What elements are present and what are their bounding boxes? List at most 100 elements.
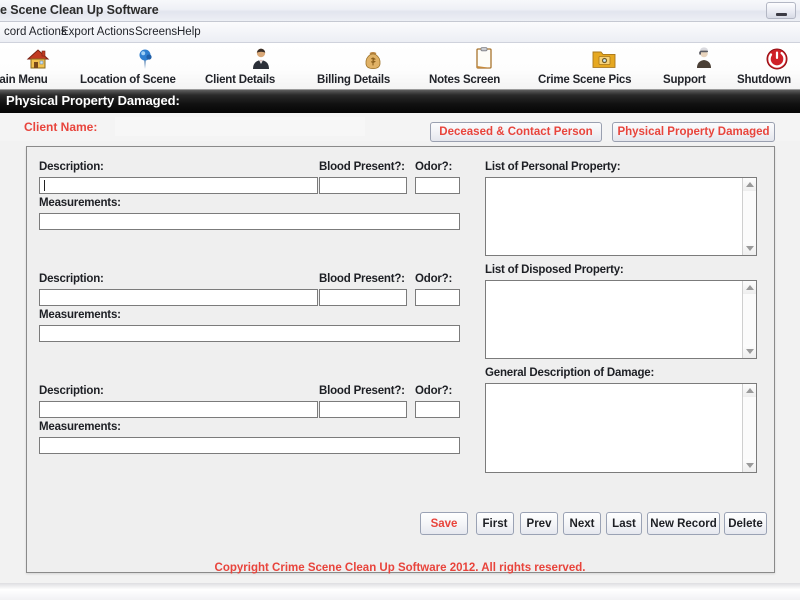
toolbar: Main Menu Location of Scene Client Detai… — [0, 43, 800, 90]
scrollbar-track[interactable] — [743, 191, 756, 242]
list-label: List of Disposed Property: — [485, 264, 624, 276]
toolbar-button-label: Billing Details — [317, 74, 391, 86]
toolbar-button-crime-scene-pics[interactable]: Crime Scene Pics — [538, 45, 670, 89]
delete-button[interactable]: Delete — [724, 512, 767, 535]
window-title: e Scene Clean Up Software — [0, 3, 159, 17]
list-textarea[interactable] — [485, 177, 757, 256]
scroll-up-arrow-icon[interactable] — [743, 384, 756, 397]
triangle-up-icon — [745, 182, 754, 187]
vertical-scrollbar[interactable] — [742, 281, 756, 358]
section-title: Physical Property Damaged: — [6, 93, 180, 108]
vertical-scrollbar[interactable] — [742, 178, 756, 255]
next-button[interactable]: Next — [563, 512, 601, 535]
measurements-input[interactable] — [39, 213, 460, 230]
minimize-icon — [776, 13, 787, 16]
blood-present-input[interactable] — [319, 289, 407, 306]
client-name-input[interactable] — [115, 117, 365, 136]
power-icon — [737, 46, 800, 72]
toolbar-button-label: Support — [663, 74, 706, 86]
toolbar-button-label: Client Details — [205, 74, 276, 86]
triangle-up-icon — [745, 285, 754, 290]
list-textarea[interactable] — [485, 383, 757, 473]
description-input[interactable] — [39, 289, 318, 306]
tab-physical-property-damaged[interactable]: Physical Property Damaged — [612, 122, 775, 142]
description-input[interactable] — [39, 401, 318, 418]
odor-input[interactable] — [415, 401, 460, 418]
list-label: General Description of Damage: — [485, 367, 655, 379]
toolbar-button-label: Notes Screen — [429, 74, 501, 86]
measurements-input[interactable] — [39, 437, 460, 454]
toolbar-button-client-details[interactable]: Client Details — [205, 45, 317, 89]
menu-item-help[interactable]: Help — [173, 25, 205, 39]
toolbar-button-shutdown[interactable]: Shutdown — [737, 45, 800, 89]
clipboard-icon — [429, 46, 539, 72]
tab-deceased-contact-person[interactable]: Deceased & Contact Person — [430, 122, 602, 142]
list-textarea-field[interactable] — [486, 281, 742, 358]
section-header: Physical Property Damaged: — [0, 90, 800, 113]
businessman-icon — [205, 46, 317, 72]
blood-present-label: Blood Present?: — [319, 385, 405, 397]
scrollbar-track[interactable] — [743, 294, 756, 345]
application-window: e Scene Clean Up Software cord Actions Ex… — [0, 0, 800, 600]
measurements-label: Measurements: — [39, 197, 121, 209]
client-name-label: Client Name: — [24, 120, 98, 134]
description-input[interactable] — [39, 177, 318, 194]
measurements-label: Measurements: — [39, 309, 121, 321]
measurements-label: Measurements: — [39, 421, 121, 433]
scrollbar-track[interactable] — [743, 397, 756, 459]
scroll-down-arrow-icon[interactable] — [743, 345, 756, 358]
odor-label: Odor?: — [415, 273, 453, 285]
vertical-scrollbar[interactable] — [742, 384, 756, 472]
list-textarea-field[interactable] — [486, 178, 742, 255]
toolbar-button-main-menu[interactable]: Main Menu — [0, 45, 86, 89]
copyright-text: Copyright Crime Scene Clean Up Software … — [214, 562, 586, 574]
menu-bar: cord Actions Export Actions Screens Help — [0, 22, 800, 43]
blood-present-label: Blood Present?: — [319, 273, 405, 285]
map-pin-icon — [80, 46, 210, 72]
scroll-up-arrow-icon[interactable] — [743, 178, 756, 191]
scroll-down-arrow-icon[interactable] — [743, 242, 756, 255]
new-record-button[interactable]: New Record — [647, 512, 720, 535]
triangle-down-icon — [745, 349, 754, 354]
scroll-up-arrow-icon[interactable] — [743, 281, 756, 294]
menu-item-export-actions[interactable]: Export Actions — [57, 25, 139, 39]
odor-input[interactable] — [415, 177, 460, 194]
toolbar-button-label: Location of Scene — [80, 74, 176, 86]
toolbar-button-support[interactable]: Support — [663, 45, 745, 89]
blood-present-label: Blood Present?: — [319, 161, 405, 173]
prev-button[interactable]: Prev — [520, 512, 558, 535]
odor-label: Odor?: — [415, 161, 453, 173]
odor-input[interactable] — [415, 289, 460, 306]
scroll-down-arrow-icon[interactable] — [743, 459, 756, 472]
triangle-up-icon — [745, 388, 754, 393]
save-button[interactable]: Save — [420, 512, 468, 535]
money-bag-icon — [317, 46, 429, 72]
form-panel: Description: Blood Present?: Odor?: Measure… — [26, 146, 775, 573]
desktop-strip — [0, 583, 800, 600]
toolbar-button-label: Shutdown — [737, 74, 791, 86]
photo-folder-icon — [538, 46, 670, 72]
toolbar-button-location-of-scene[interactable]: Location of Scene — [80, 45, 210, 89]
last-button[interactable]: Last — [606, 512, 642, 535]
blood-present-input[interactable] — [319, 177, 407, 194]
triangle-down-icon — [745, 246, 754, 251]
list-textarea[interactable] — [485, 280, 757, 359]
list-label: List of Personal Property: — [485, 161, 621, 173]
toolbar-button-billing-details[interactable]: Billing Details — [317, 45, 429, 89]
toolbar-button-notes-screen[interactable]: Notes Screen — [429, 45, 539, 89]
description-label: Description: — [39, 385, 104, 397]
toolbar-button-label: Crime Scene Pics — [538, 74, 632, 86]
description-label: Description: — [39, 273, 104, 285]
blood-present-input[interactable] — [319, 401, 407, 418]
description-label: Description: — [39, 161, 104, 173]
first-button[interactable]: First — [476, 512, 514, 535]
toolbar-button-label: Main Menu — [0, 74, 48, 86]
list-textarea-field[interactable] — [486, 384, 742, 472]
triangle-down-icon — [745, 463, 754, 468]
minimize-button[interactable] — [766, 2, 796, 19]
house-icon — [0, 46, 86, 72]
odor-label: Odor?: — [415, 385, 453, 397]
measurements-input[interactable] — [39, 325, 460, 342]
title-bar: e Scene Clean Up Software — [0, 0, 800, 22]
support-icon — [663, 46, 745, 72]
